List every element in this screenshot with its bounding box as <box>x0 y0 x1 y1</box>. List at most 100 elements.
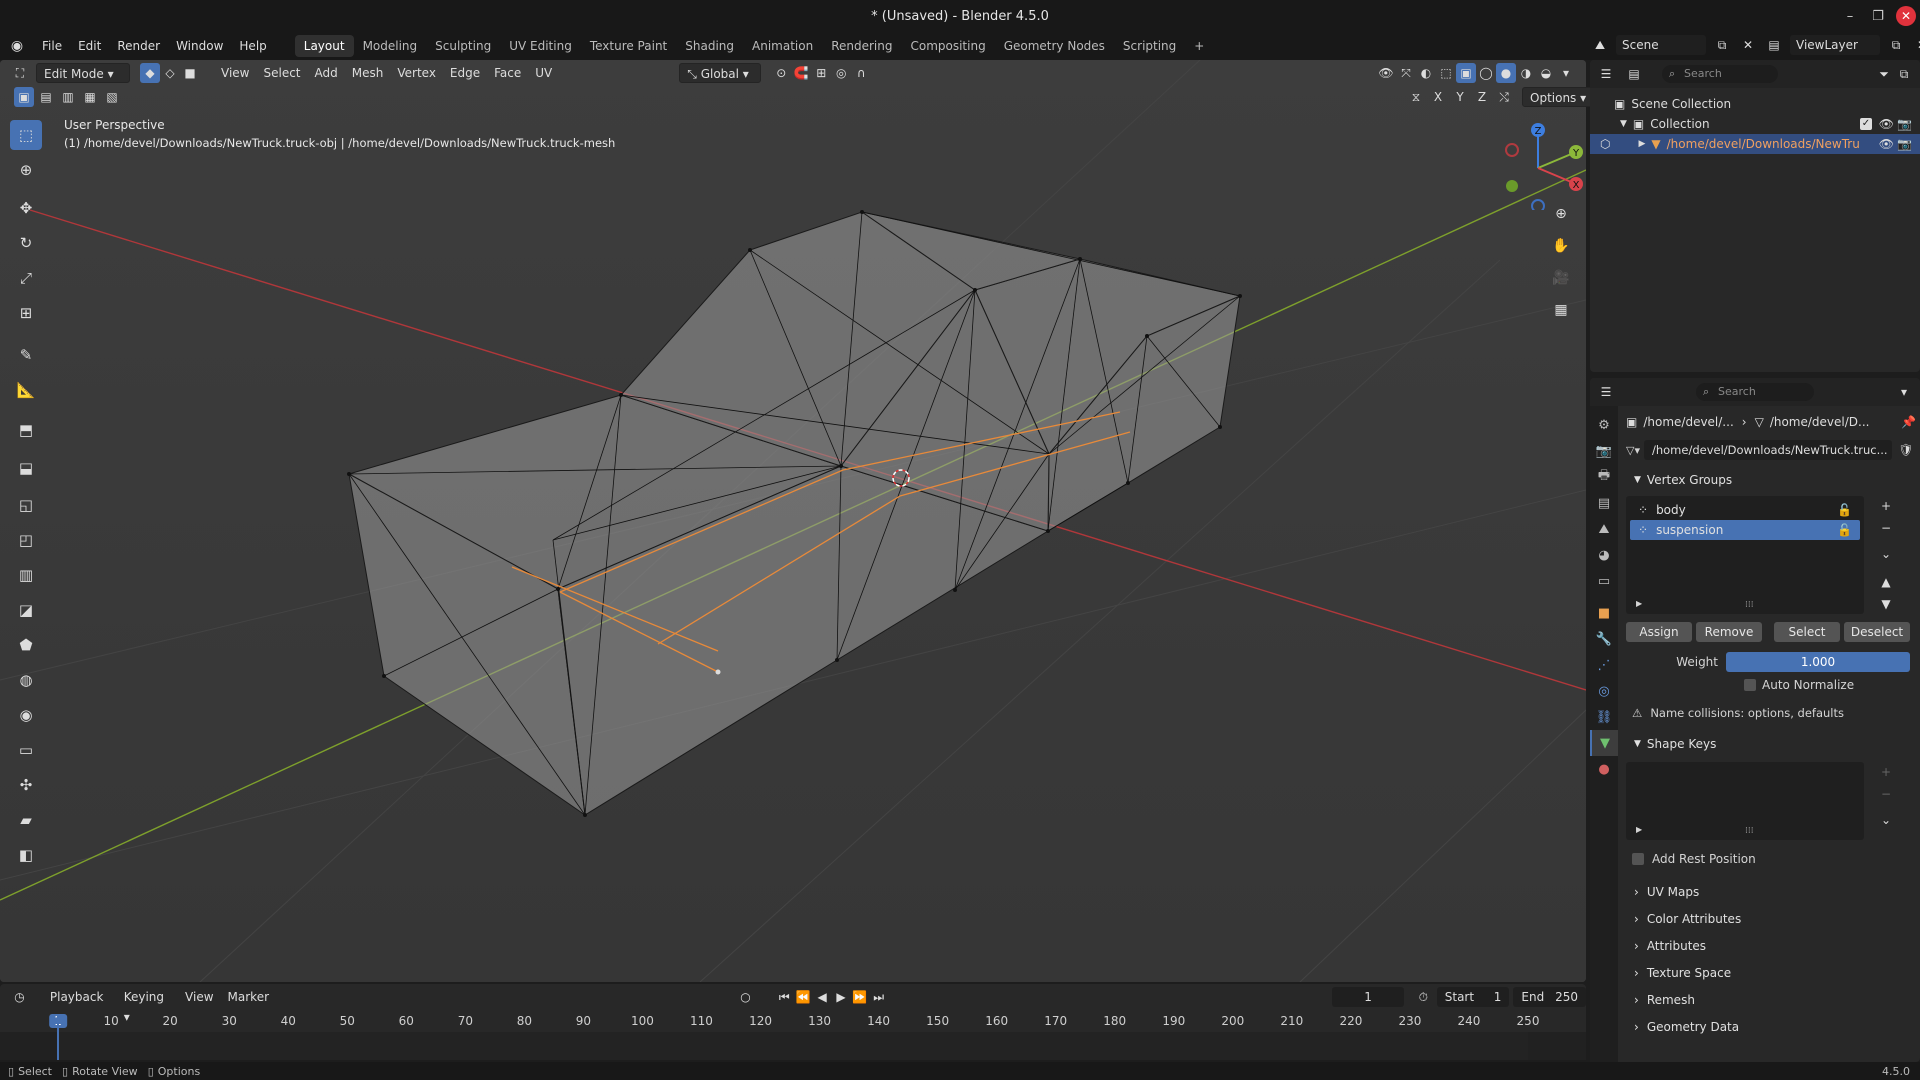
proportional-edit-icon[interactable]: ◎ <box>831 63 851 83</box>
mesh-datablock-icon[interactable]: ▽▾ <box>1626 444 1640 457</box>
outliner-collection[interactable]: ▼ ▣ Collection ✓ 👁 📷 <box>1590 114 1920 134</box>
constraints-tab-icon[interactable]: ⛓ <box>1590 704 1618 730</box>
select-new-icon[interactable]: ▣ <box>14 87 34 107</box>
mesh-name-field[interactable]: /home/devel/Downloads/NewTruck.truc... <box>1643 440 1892 460</box>
move-up-icon[interactable]: ▲ <box>1876 572 1896 592</box>
attributes-panel[interactable]: › Attributes <box>1626 932 1916 959</box>
properties-options-icon[interactable]: ▾ <box>1894 382 1914 402</box>
modifier-tab-icon[interactable]: 🔧 <box>1590 626 1618 652</box>
gizmo-toggle-icon[interactable]: ⤧ <box>1396 63 1416 83</box>
resize-handle-icon[interactable]: ⁞⁞⁞ <box>1745 826 1754 836</box>
auto-normalize-checkbox[interactable] <box>1744 679 1756 691</box>
viewport-menu-uv[interactable]: UV <box>528 63 559 83</box>
zoom-icon[interactable]: ⊕ <box>1548 202 1574 226</box>
select-extend-icon[interactable]: ▤ <box>36 87 56 107</box>
xray-icon[interactable]: ▣ <box>1456 63 1476 83</box>
fake-user-icon[interactable]: 🛡 <box>1896 440 1916 460</box>
shading-options-icon[interactable]: ▾ <box>1556 63 1576 83</box>
view-layer-icon[interactable]: ▤ <box>1764 35 1784 55</box>
lock-icon[interactable]: 🔓 <box>1837 503 1852 517</box>
tab-animation[interactable]: Animation <box>743 35 822 57</box>
view-layer-tab-icon[interactable]: ▤ <box>1590 490 1618 516</box>
new-view-layer-icon[interactable]: ⧉ <box>1886 35 1906 55</box>
minimize-button[interactable]: – <box>1836 0 1864 32</box>
scene-icon[interactable]: ⛰ <box>1590 35 1610 55</box>
vertex-select-icon[interactable]: ◆ <box>140 63 160 83</box>
select-subtract-icon[interactable]: ▥ <box>58 87 78 107</box>
menu-help[interactable]: Help <box>231 35 274 57</box>
mesh-canvas[interactable] <box>0 60 1586 982</box>
viewport-menu-mesh[interactable]: Mesh <box>345 63 391 83</box>
viewport-menu-vertex[interactable]: Vertex <box>390 63 443 83</box>
texture-space-panel[interactable]: › Texture Space <box>1626 959 1916 986</box>
resize-handle-icon[interactable]: ⁞⁞⁞ <box>1745 600 1754 610</box>
orientation-selector[interactable]: ⤡ Global ▾ <box>679 63 762 83</box>
add-rest-position-checkbox[interactable] <box>1632 853 1644 865</box>
lock-icon[interactable]: 🔓 <box>1837 523 1852 537</box>
shrink-fatten-tool-icon[interactable]: ✣ <box>10 770 42 800</box>
scale-tool-icon[interactable]: ⤢ <box>10 263 42 293</box>
output-tab-icon[interactable]: 🖶 <box>1590 464 1618 490</box>
select-button[interactable]: Select <box>1774 622 1840 642</box>
outliner-object-row[interactable]: ⬡ ▶ ▼ /home/devel/Downloads/NewTru 👁 📷 <box>1590 134 1920 154</box>
visibility-icon[interactable]: 👁 <box>1376 63 1396 83</box>
add-shape-key-button[interactable]: + <box>1876 762 1896 782</box>
mirror-y-toggle[interactable]: Y <box>1450 87 1470 107</box>
ortho-grid-icon[interactable]: ▦ <box>1548 298 1574 322</box>
material-shading-icon[interactable]: ◑ <box>1516 63 1536 83</box>
mirror-z-toggle[interactable]: Z <box>1472 87 1492 107</box>
list-item[interactable]: ⁘ body 🔓 <box>1630 500 1860 520</box>
menu-render[interactable]: Render <box>109 35 168 57</box>
object-camera-icon[interactable]: 📷 <box>1897 137 1912 151</box>
mirror-icon[interactable]: ⧖ <box>1406 87 1426 107</box>
editor-type-icon[interactable]: ⛶ <box>10 63 30 83</box>
remove-shape-key-button[interactable]: − <box>1876 784 1896 804</box>
outliner-scene-collection[interactable]: ▣ Scene Collection <box>1590 94 1920 114</box>
playhead[interactable] <box>57 1014 59 1060</box>
spin-tool-icon[interactable]: ◍ <box>10 665 42 695</box>
add-vertex-group-button[interactable]: + <box>1876 496 1896 516</box>
annotate-tool-icon[interactable]: ✎ <box>10 340 42 370</box>
tab-compositing[interactable]: Compositing <box>901 35 994 57</box>
display-mode-icon[interactable]: ▤ <box>1624 64 1644 84</box>
3d-viewport[interactable]: Z Y X ⊕ ✋ 🎥 ▦ User Perspective (1) /home… <box>0 60 1586 982</box>
viewport-menu-edge[interactable]: Edge <box>443 63 487 83</box>
collection-camera-icon[interactable]: 📷 <box>1897 117 1912 131</box>
tab-layout[interactable]: Layout <box>294 35 354 57</box>
shape-key-specials-icon[interactable]: ⌄ <box>1876 810 1896 830</box>
select-invert-icon[interactable]: ▦ <box>80 87 100 107</box>
uv-maps-panel[interactable]: › UV Maps <box>1626 878 1916 905</box>
geometry-data-panel[interactable]: › Geometry Data <box>1626 1013 1916 1040</box>
move-tool-icon[interactable]: ✥ <box>10 193 42 223</box>
transform-tool-icon[interactable]: ⊞ <box>10 298 42 328</box>
remove-view-layer-icon[interactable]: ✕ <box>1912 35 1920 55</box>
vertex-groups-header[interactable]: ▼ Vertex Groups <box>1626 468 1916 492</box>
tab-scripting[interactable]: Scripting <box>1114 35 1185 57</box>
particles-tab-icon[interactable]: ⋰ <box>1590 652 1618 678</box>
outliner-search-input[interactable]: Search <box>1662 65 1778 83</box>
pivot-icon[interactable]: ⊙ <box>771 63 791 83</box>
view-layer-selector[interactable]: ViewLayer <box>1790 35 1880 55</box>
select-box-tool-icon[interactable]: ⬚ <box>10 120 42 150</box>
chevron-down-icon[interactable]: ▼ <box>1620 119 1627 129</box>
tab-geometry-nodes[interactable]: Geometry Nodes <box>995 35 1114 57</box>
blender-logo-icon[interactable]: ◉ <box>0 38 34 54</box>
material-tab-icon[interactable]: ● <box>1590 756 1618 782</box>
object-eye-icon[interactable]: 👁 <box>1879 137 1894 151</box>
falloff-icon[interactable]: ∩ <box>851 63 871 83</box>
close-button[interactable]: ✕ <box>1896 6 1916 26</box>
mode-selector[interactable]: Edit Mode ▾ <box>36 63 130 83</box>
object-tab-icon[interactable]: ■ <box>1590 600 1618 626</box>
collection-eye-icon[interactable]: 👁 <box>1879 117 1894 131</box>
render-tab-icon[interactable]: 📷 <box>1590 438 1618 464</box>
move-down-icon[interactable]: ▼ <box>1876 594 1896 614</box>
collection-checkbox[interactable]: ✓ <box>1860 118 1872 130</box>
overlay-icon[interactable]: ◐ <box>1416 63 1436 83</box>
viewport-menu-face[interactable]: Face <box>487 63 528 83</box>
properties-editor-icon[interactable]: ☰ <box>1596 382 1616 402</box>
world-tab-icon[interactable]: ◕ <box>1590 542 1618 568</box>
shear-tool-icon[interactable]: ▰ <box>10 805 42 835</box>
tab-shading[interactable]: Shading <box>676 35 743 57</box>
edge-select-icon[interactable]: ◇ <box>160 63 180 83</box>
weight-slider[interactable]: 1.000 <box>1726 652 1910 672</box>
